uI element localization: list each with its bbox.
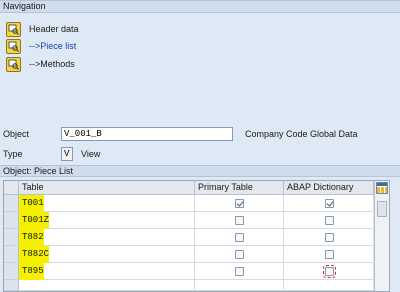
navigation-object-icon[interactable]: [6, 21, 21, 37]
row-selector[interactable]: [4, 280, 19, 291]
column-header-table[interactable]: Table: [19, 181, 195, 195]
table-cell[interactable]: T882C: [19, 246, 195, 263]
abap-dictionary-cell: [284, 263, 374, 280]
type-field[interactable]: V: [61, 147, 73, 161]
vertical-scrollbar[interactable]: [374, 181, 389, 291]
nav-item-label[interactable]: -->Methods: [29, 59, 75, 69]
column-header-primary-table[interactable]: Primary Table: [195, 181, 284, 195]
navigation-area: Header data -->Piece list -->Methods: [0, 13, 400, 117]
table-cell[interactable]: T882: [19, 229, 195, 246]
piece-list-table: Table Primary Table ABAP Dictionary T001…: [3, 180, 390, 292]
primary-table-checkbox[interactable]: [235, 199, 244, 208]
primary-table-cell: [195, 246, 284, 263]
table-name: T895: [19, 263, 44, 280]
column-header-abap-dictionary[interactable]: ABAP Dictionary: [284, 181, 374, 195]
nav-item-piece-list[interactable]: -->Piece list: [6, 38, 76, 54]
table-name: T001: [19, 195, 44, 212]
object-field[interactable]: V_001_B: [61, 127, 233, 141]
abap-dictionary-cell: [284, 246, 374, 263]
navigation-header: Navigation: [0, 0, 400, 13]
primary-table-cell: [195, 229, 284, 246]
abap-dictionary-checkbox[interactable]: [325, 250, 334, 259]
type-description: View: [81, 149, 101, 159]
nav-item-methods[interactable]: -->Methods: [6, 56, 75, 72]
row-selector[interactable]: [4, 229, 19, 246]
abap-dictionary-checkbox[interactable]: [323, 265, 336, 278]
table-cell[interactable]: T001Z: [19, 212, 195, 229]
table-name: T001Z: [19, 212, 50, 229]
primary-table-cell: [195, 212, 284, 229]
table-cell[interactable]: T001: [19, 195, 195, 212]
navigation-object-icon[interactable]: [6, 38, 21, 54]
primary-table-checkbox[interactable]: [235, 267, 244, 276]
nav-item-header-data[interactable]: Header data: [6, 21, 79, 37]
navigation-object-icon[interactable]: [6, 56, 21, 72]
object-description: Company Code Global Data: [245, 129, 358, 139]
object-label: Object: [3, 129, 30, 139]
row-selector[interactable]: [4, 246, 19, 263]
abap-dictionary-checkbox[interactable]: [325, 233, 334, 242]
primary-table-cell: [195, 263, 284, 280]
piece-list-header: Object: Piece List: [0, 165, 400, 177]
select-all-header[interactable]: [4, 181, 19, 195]
type-label: Type: [3, 149, 23, 159]
scrollbar-thumb[interactable]: [377, 201, 387, 217]
navigation-title: Navigation: [3, 1, 46, 11]
table-cell[interactable]: T895: [19, 263, 195, 280]
abap-dictionary-checkbox[interactable]: [325, 199, 334, 208]
table-cell[interactable]: [19, 280, 195, 291]
abap-dictionary-cell: [284, 229, 374, 246]
primary-table-checkbox[interactable]: [235, 233, 244, 242]
table-layout-icon[interactable]: [376, 182, 388, 194]
primary-table-checkbox[interactable]: [235, 216, 244, 225]
abap-dictionary-cell: [284, 280, 374, 291]
nav-item-label[interactable]: -->Piece list: [29, 41, 76, 51]
nav-item-label[interactable]: Header data: [29, 24, 79, 34]
table-name: T882C: [19, 246, 50, 263]
abap-dictionary-cell: [284, 212, 374, 229]
table-name: T882: [19, 229, 44, 246]
abap-dictionary-checkbox[interactable]: [325, 216, 334, 225]
piece-list-title: Object: Piece List: [3, 166, 74, 176]
primary-table-cell: [195, 195, 284, 212]
row-selector[interactable]: [4, 212, 19, 229]
abap-dictionary-cell: [284, 195, 374, 212]
row-selector[interactable]: [4, 263, 19, 280]
primary-table-cell: [195, 280, 284, 291]
primary-table-checkbox[interactable]: [235, 250, 244, 259]
row-selector[interactable]: [4, 195, 19, 212]
